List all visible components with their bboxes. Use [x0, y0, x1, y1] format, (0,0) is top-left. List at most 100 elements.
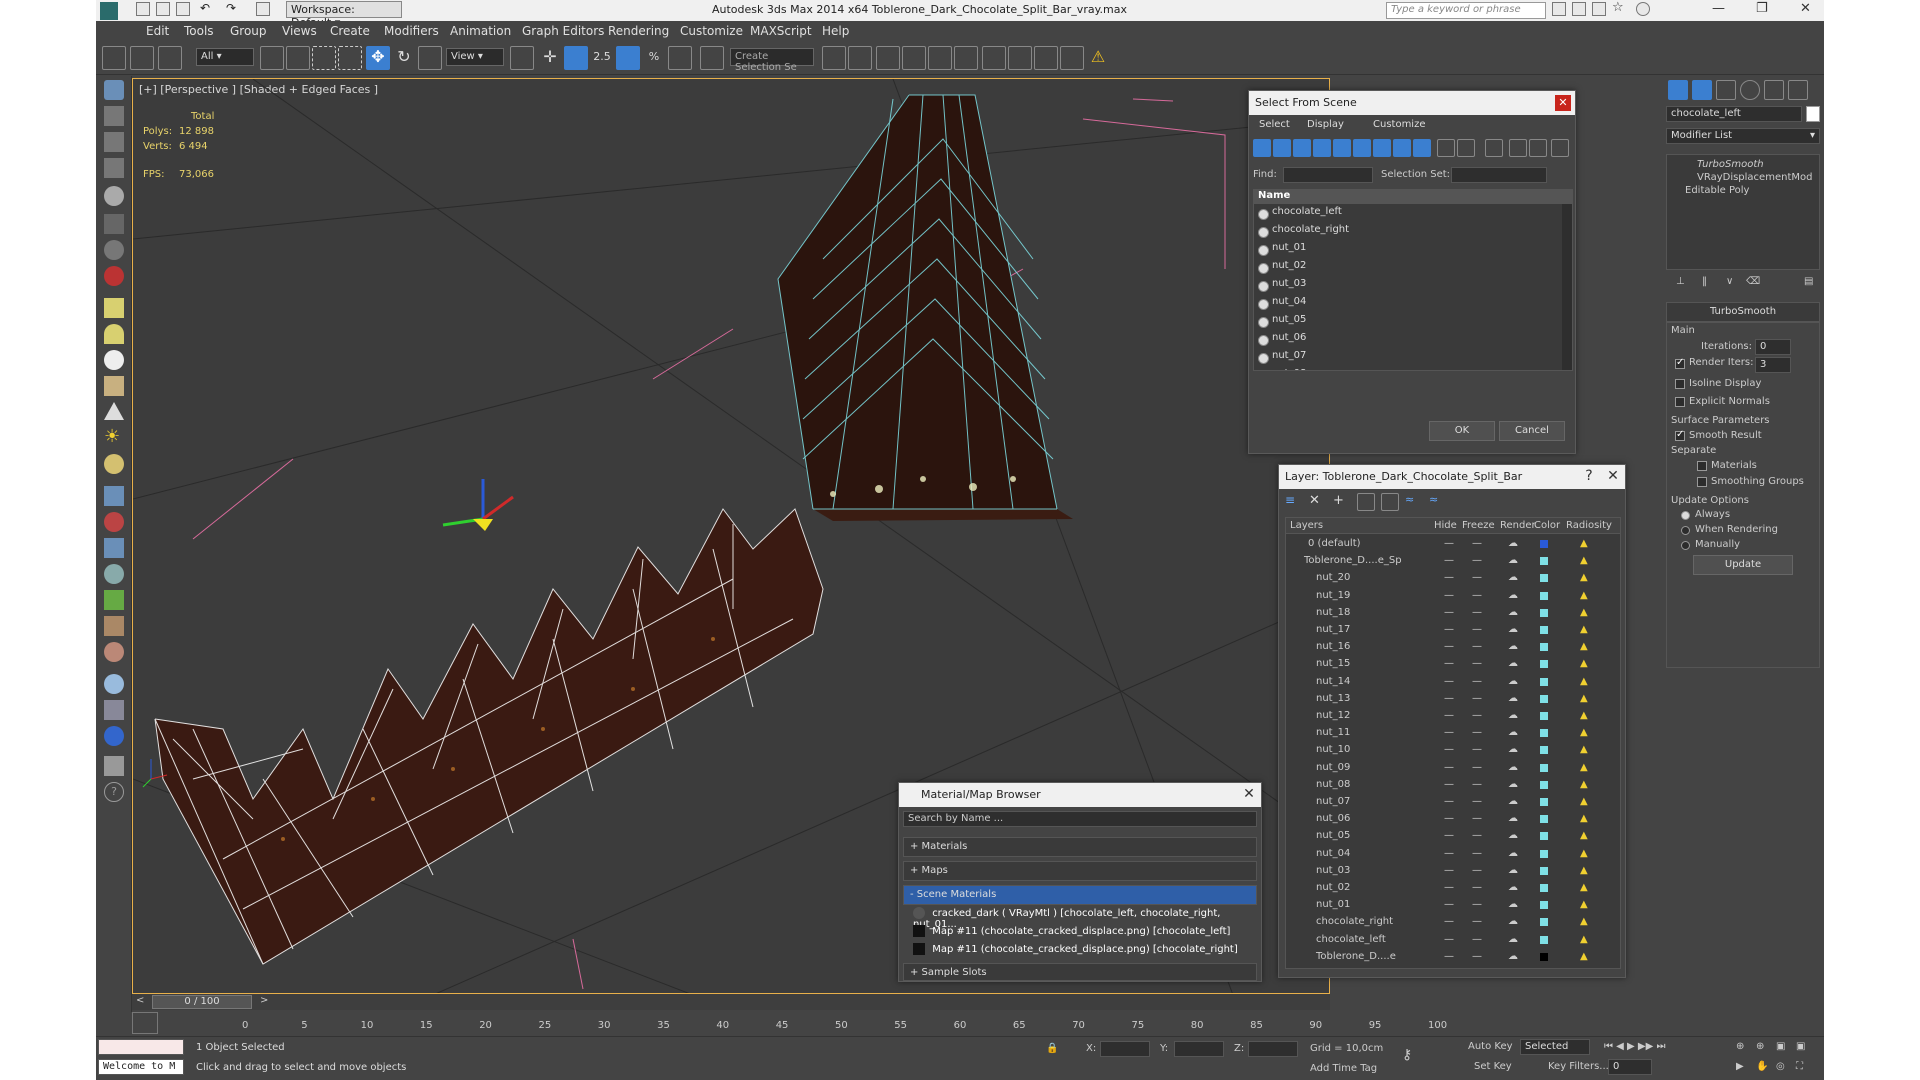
freeze-toggle[interactable]: —	[1472, 762, 1482, 773]
helper-icon[interactable]	[104, 240, 124, 260]
particle-icon[interactable]	[104, 486, 124, 506]
freeze-toggle[interactable]: —	[1472, 813, 1482, 824]
material-editor-icon[interactable]	[982, 46, 1006, 70]
bind-space-warp-icon[interactable]	[158, 46, 182, 70]
object-color-swatch[interactable]	[1806, 106, 1820, 122]
link-icon[interactable]	[102, 46, 126, 70]
materials-section[interactable]: + Materials	[903, 837, 1257, 857]
freeze-toggle[interactable]: —	[1472, 590, 1482, 601]
motion-tab-icon[interactable]	[1740, 80, 1760, 100]
layer-row[interactable]: nut_16 — — ☁ ▲	[1286, 639, 1620, 656]
layer-color-swatch[interactable]	[1540, 729, 1548, 738]
layer-row[interactable]: nut_04 — — ☁ ▲	[1286, 846, 1620, 863]
layer-row[interactable]: nut_20 — — ☁ ▲	[1286, 570, 1620, 587]
freeze-toggle[interactable]: —	[1472, 658, 1482, 669]
percent-snap-icon[interactable]: %	[642, 46, 666, 70]
create-box-icon[interactable]	[104, 132, 124, 152]
standard-primitive-icon[interactable]	[104, 298, 124, 318]
layer-row[interactable]: nut_06 — — ☁ ▲	[1286, 811, 1620, 828]
layer-color-swatch[interactable]	[1540, 712, 1548, 720]
menu-edit[interactable]: Edit	[146, 24, 169, 38]
radiosity-icon[interactable]: ▲	[1580, 830, 1588, 841]
smoothing-groups-checkbox[interactable]	[1697, 477, 1707, 487]
select-all-icon[interactable]	[1437, 139, 1455, 157]
orbit-icon[interactable]: ◎	[1776, 1061, 1785, 1072]
turbosmooth-rollout-header[interactable]: TurboSmooth	[1666, 302, 1820, 322]
select-and-rotate-icon[interactable]: ↻	[392, 46, 416, 70]
freeze-toggle[interactable]: —	[1472, 572, 1482, 583]
playback-controls[interactable]: ⏮ ◀ ▶ ▶▶ ⏭	[1604, 1041, 1665, 1052]
material-item-cracked-dark[interactable]: cracked_dark ( VRayMtl ) [chocolate_left…	[913, 907, 1253, 930]
hide-toggle[interactable]: —	[1444, 658, 1454, 669]
freeze-toggle[interactable]: —	[1472, 676, 1482, 687]
layer-row[interactable]: Toblerone_D....e_Sp — — ☁ ▲	[1286, 553, 1620, 570]
minimize-button[interactable]: —	[1712, 1, 1725, 16]
zoom-extents-all-icon[interactable]: ▣	[1796, 1041, 1805, 1052]
render-toggle-icon[interactable]: ☁	[1508, 727, 1518, 738]
render-iters-checkbox[interactable]	[1675, 357, 1685, 369]
filter-helpers-icon[interactable]	[1333, 139, 1351, 157]
space-warp-icon[interactable]	[104, 266, 124, 286]
menu-animation[interactable]: Animation	[450, 24, 511, 38]
hide-toggle[interactable]: —	[1444, 899, 1454, 910]
redo-icon[interactable]: ↷	[226, 2, 240, 16]
bowl-icon[interactable]	[104, 376, 124, 396]
create-teapot-icon[interactable]	[104, 80, 124, 100]
menu-customize[interactable]: Customize	[680, 24, 743, 38]
rectangle-selection-icon[interactable]	[312, 46, 336, 70]
layer-color-swatch[interactable]	[1540, 660, 1548, 669]
hierarchy-toggle-icon[interactable]	[1551, 139, 1569, 157]
update-button[interactable]: Update	[1693, 555, 1793, 575]
radiosity-icon[interactable]: ▲	[1580, 658, 1588, 669]
mini-curve-editor-icon[interactable]	[132, 1012, 158, 1034]
list-item[interactable]: nut_07	[1254, 350, 1572, 368]
chocolate-left-mesh[interactable]	[154, 508, 824, 965]
render-toggle-icon[interactable]: ☁	[1508, 779, 1518, 790]
layer-explorer-icon[interactable]	[876, 46, 900, 70]
snaps-toggle-icon[interactable]: 2.5	[590, 46, 614, 70]
layer-row[interactable]: chocolate_right — — ☁ ▲	[1286, 914, 1620, 931]
layer-row[interactable]: nut_13 — — ☁ ▲	[1286, 691, 1620, 708]
render-toggle-icon[interactable]: ☁	[1508, 916, 1518, 927]
z-coord-field[interactable]	[1248, 1041, 1298, 1057]
select-from-scene-title[interactable]: Select From Scene	[1249, 91, 1575, 115]
stack-editable-poly[interactable]: Editable Poly	[1685, 185, 1749, 196]
key-mode-dropdown[interactable]: Selected	[1520, 1039, 1590, 1055]
layer-color-swatch[interactable]	[1540, 918, 1548, 927]
always-radio[interactable]	[1681, 511, 1690, 520]
list-item[interactable]: nut_01	[1254, 242, 1572, 260]
hide-toggle[interactable]: —	[1444, 538, 1454, 549]
hide-toggle[interactable]: —	[1444, 555, 1454, 566]
sfs-menu-select[interactable]: Select	[1259, 119, 1290, 130]
render-toggle-icon[interactable]: ☁	[1508, 899, 1518, 910]
selection-set-dropdown[interactable]	[1451, 167, 1547, 183]
material-search-input[interactable]: Search by Name ...	[903, 811, 1257, 827]
render-toggle-icon[interactable]: ☁	[1508, 865, 1518, 876]
list-item[interactable]: nut_05	[1254, 314, 1572, 332]
save-file-icon[interactable]	[176, 2, 190, 16]
radiosity-icon[interactable]: ▲	[1580, 693, 1588, 704]
render-toggle-icon[interactable]: ☁	[1508, 762, 1518, 773]
reference-coordinate-dropdown[interactable]: View ▾	[446, 48, 504, 66]
layer-color-swatch[interactable]	[1540, 557, 1548, 566]
material-browser-close-button[interactable]: ✕	[1241, 787, 1257, 803]
layer-color-swatch[interactable]	[1540, 935, 1548, 944]
layer-row[interactable]: nut_07 — — ☁ ▲	[1286, 794, 1620, 811]
radiosity-icon[interactable]: ▲	[1580, 865, 1588, 876]
isoline-checkbox[interactable]	[1675, 379, 1685, 389]
layer-row[interactable]: nut_02 — — ☁ ▲	[1286, 880, 1620, 897]
maxscript-mini-listener[interactable]: Welcome to M	[98, 1059, 184, 1075]
radiosity-icon[interactable]: ▲	[1580, 572, 1588, 583]
layer-row[interactable]: Toblerone_D....e — — ☁ ▲	[1286, 949, 1620, 966]
hide-toggle[interactable]: —	[1444, 607, 1454, 618]
render-setup-icon[interactable]	[1008, 46, 1032, 70]
name-column-header[interactable]: Name	[1254, 190, 1572, 204]
subscription-icon[interactable]	[1572, 2, 1586, 16]
align-icon[interactable]	[848, 46, 872, 70]
display-tab-icon[interactable]	[1764, 80, 1784, 100]
list-item[interactable]: nut_02	[1254, 260, 1572, 278]
freeze-toggle[interactable]: —	[1472, 882, 1482, 893]
render-toggle-icon[interactable]: ☁	[1508, 538, 1518, 549]
select-invert-icon[interactable]	[1485, 139, 1503, 157]
time-next-arrow[interactable]: >	[260, 995, 268, 1006]
